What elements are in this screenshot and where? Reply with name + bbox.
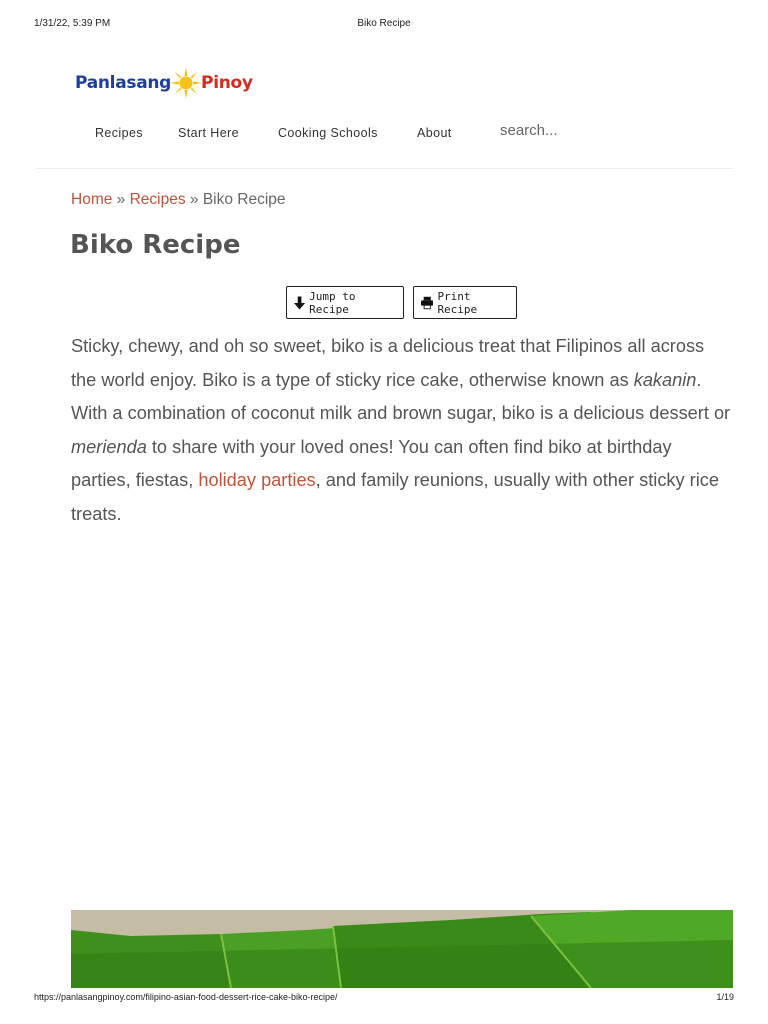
page-title: Biko Recipe (70, 230, 241, 260)
intro-emphasis-kakanin: kakanin (633, 369, 697, 390)
print-page-number: 1/19 (716, 992, 734, 1002)
breadcrumb-separator: » (112, 191, 130, 208)
main-nav: Recipes Start Here Cooking Schools About (0, 122, 768, 144)
breadcrumb-separator: » (185, 191, 203, 208)
nav-item-cooking-schools[interactable]: Cooking Schools (278, 126, 378, 140)
search-input[interactable] (500, 122, 640, 139)
jump-to-recipe-button[interactable]: Jump to Recipe (286, 286, 404, 319)
hero-image (71, 910, 733, 988)
logo-word-panlasang: Panlasang (75, 73, 172, 93)
nav-item-start-here[interactable]: Start Here (178, 126, 239, 140)
logo-word-pinoy: Pinoy (201, 73, 253, 93)
header-divider (36, 168, 733, 169)
print-title: Biko Recipe (357, 18, 411, 29)
print-recipe-label: Print Recipe (437, 289, 478, 316)
breadcrumb-recipes[interactable]: Recipes (130, 191, 186, 208)
intro-text: Sticky, chewy, and oh so sweet, biko is … (71, 336, 705, 390)
print-url: https://panlasangpinoy.com/filipino-asia… (34, 992, 338, 1002)
site-logo[interactable]: Panlasang Pinoy (75, 66, 253, 100)
nav-item-recipes[interactable]: Recipes (95, 126, 143, 140)
print-recipe-button[interactable]: Print Recipe (413, 286, 517, 319)
intro-paragraph: Sticky, chewy, and oh so sweet, biko is … (71, 330, 733, 532)
breadcrumb: Home » Recipes » Biko Recipe (71, 191, 286, 209)
print-footer: https://panlasangpinoy.com/filipino-asia… (0, 992, 768, 1006)
arrow-down-icon (294, 296, 306, 309)
intro-emphasis-merienda: merienda (71, 436, 147, 457)
breadcrumb-current: Biko Recipe (202, 191, 286, 208)
jump-to-recipe-label: Jump to Recipe (309, 289, 356, 316)
banana-leaf-photo (71, 910, 733, 988)
sun-icon (170, 67, 203, 99)
holiday-parties-link[interactable]: holiday parties (198, 470, 315, 490)
breadcrumb-home[interactable]: Home (71, 191, 112, 208)
nav-item-about[interactable]: About (417, 126, 452, 140)
printer-icon (421, 296, 434, 309)
print-header: 1/31/22, 5:39 PM Biko Recipe (0, 18, 768, 32)
